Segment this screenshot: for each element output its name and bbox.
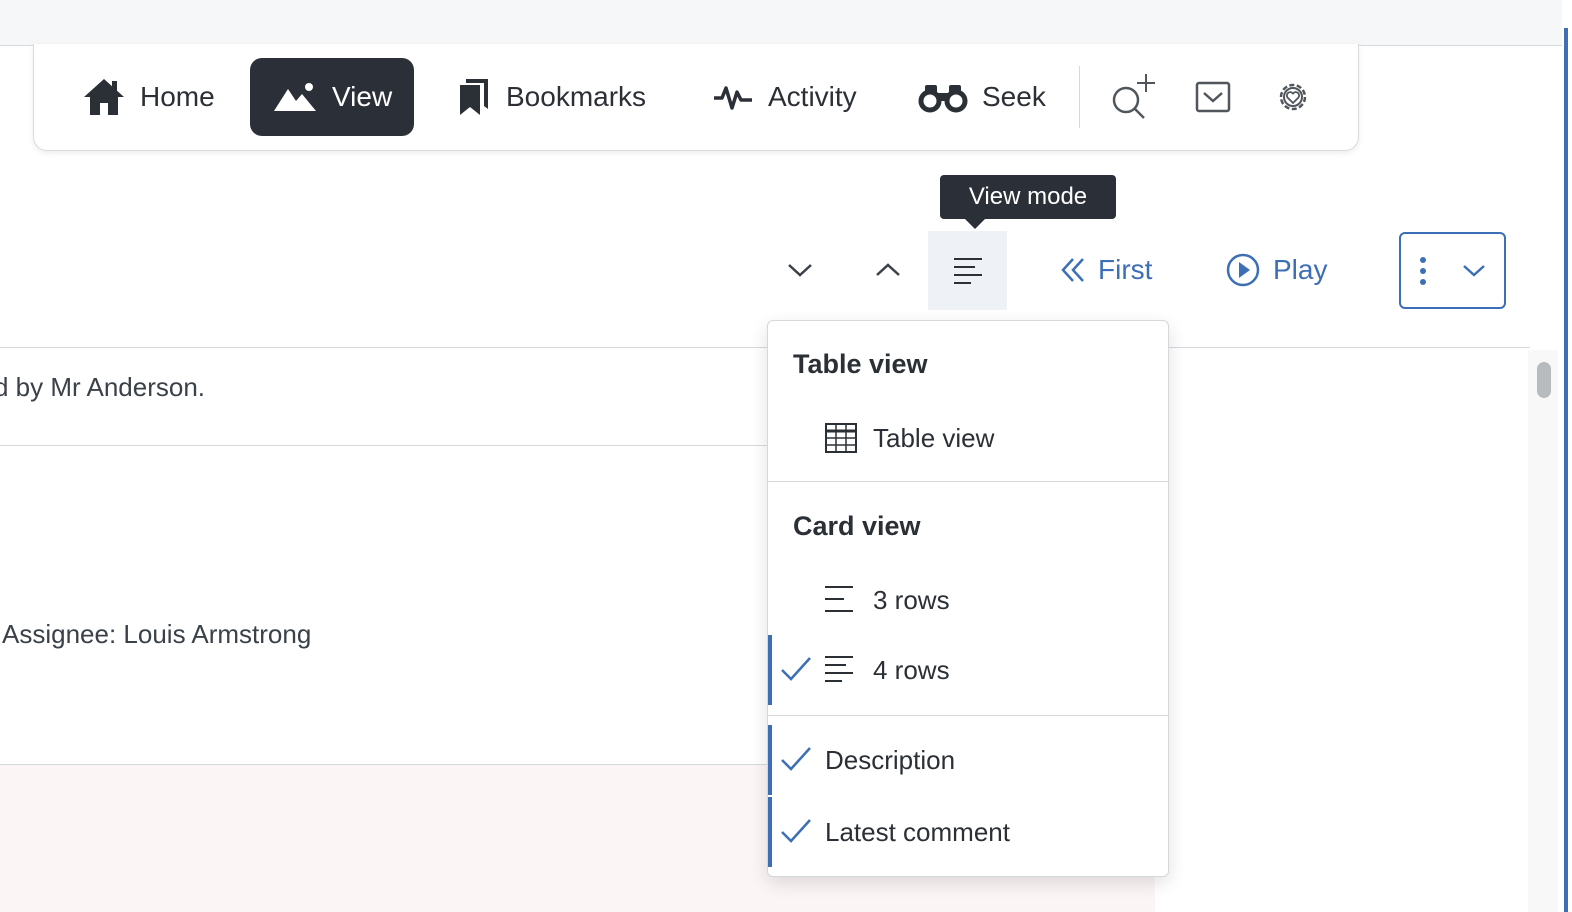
menu-header-card: Card view [793, 511, 921, 541]
menu-item-latest-comment[interactable]: Latest comment [768, 797, 1168, 867]
gear-heart-icon [1279, 83, 1307, 111]
menu-item-4-rows[interactable]: 4 rows [768, 635, 1168, 705]
kebab-icon [1419, 256, 1426, 285]
nav-seek-label: Seek [982, 81, 1046, 112]
settings-button[interactable] [1268, 72, 1318, 122]
tooltip-text: View mode [968, 183, 1088, 210]
lines-icon [953, 257, 982, 284]
menu-item-label: Description [825, 744, 956, 775]
assignee-line: Assignee: Louis Armstrong [2, 619, 311, 650]
next-button[interactable] [776, 246, 824, 294]
nav-divider [1079, 66, 1080, 128]
first-label: First [1098, 254, 1153, 285]
check-icon [781, 819, 811, 843]
nav-activity-label: Activity [768, 81, 857, 112]
description-text: d by Mr Anderson. [0, 372, 205, 402]
more-actions-button[interactable] [1399, 232, 1506, 309]
menu-item-3-rows[interactable]: 3 rows [768, 569, 1168, 631]
assignee-value: Louis Armstrong [123, 619, 312, 649]
view-mode-button[interactable] [928, 231, 1007, 310]
chevron-down-icon [788, 264, 812, 277]
play-label: Play [1273, 254, 1328, 285]
nav-seek[interactable]: Seek [918, 58, 1046, 136]
activity-icon [714, 86, 752, 110]
nav-bookmarks[interactable]: Bookmarks [456, 58, 646, 136]
nav-bookmarks-label: Bookmarks [506, 81, 647, 112]
menu-header-table: Table view [793, 349, 928, 379]
home-icon [84, 79, 124, 115]
view-mode-menu: Table view Table view Card view 3 rows 4… [767, 320, 1169, 877]
check-icon [781, 747, 811, 771]
menu-item-label: 3 rows [873, 584, 950, 615]
play-circle-icon [1226, 253, 1260, 287]
previous-button[interactable] [864, 246, 912, 294]
three-lines-icon [825, 586, 853, 612]
play-button[interactable]: Play [1225, 246, 1327, 294]
window-edge [1564, 28, 1568, 912]
four-lines-icon [825, 656, 853, 682]
nav-view[interactable]: View [250, 58, 415, 136]
chevron-down-icon [1463, 264, 1486, 277]
check-icon [781, 657, 811, 681]
view-mode-tooltip: View mode [940, 175, 1116, 229]
nav-view-label: View [332, 81, 393, 112]
bookmarks-icon [460, 79, 488, 115]
main-navbar: Home View Bookmarks Activity Seek [33, 44, 1359, 151]
row-divider [0, 445, 770, 446]
nav-activity[interactable]: Activity [712, 58, 857, 136]
menu-item-label: Table view [873, 422, 995, 453]
search-plus-icon [1112, 74, 1155, 119]
menu-item-label: Latest comment [825, 816, 1010, 847]
assignee-label: Assignee: [2, 619, 117, 649]
search-add-button[interactable] [1106, 72, 1156, 122]
menu-item-table-view[interactable]: Table view [768, 407, 1168, 469]
inbox-button[interactable] [1188, 72, 1238, 122]
menu-separator [768, 481, 1168, 482]
toolbar-divider [0, 347, 1530, 348]
table-grid-icon [825, 423, 857, 453]
menu-separator [768, 715, 1168, 716]
scrollbar-track[interactable] [1528, 350, 1558, 912]
menu-item-label: 4 rows [873, 654, 950, 685]
browser-top-strip [0, 0, 1562, 46]
binoculars-icon [918, 85, 968, 113]
double-chevron-left-icon [1061, 258, 1084, 282]
first-button[interactable]: First [1060, 246, 1152, 294]
menu-item-description[interactable]: Description [768, 725, 1168, 795]
nav-home-label: Home [140, 81, 215, 112]
nav-home[interactable]: Home [82, 58, 215, 136]
inbox-icon [1195, 81, 1231, 113]
chevron-up-icon [876, 263, 900, 276]
mountain-icon [274, 83, 316, 111]
scrollbar-thumb[interactable] [1537, 362, 1551, 398]
